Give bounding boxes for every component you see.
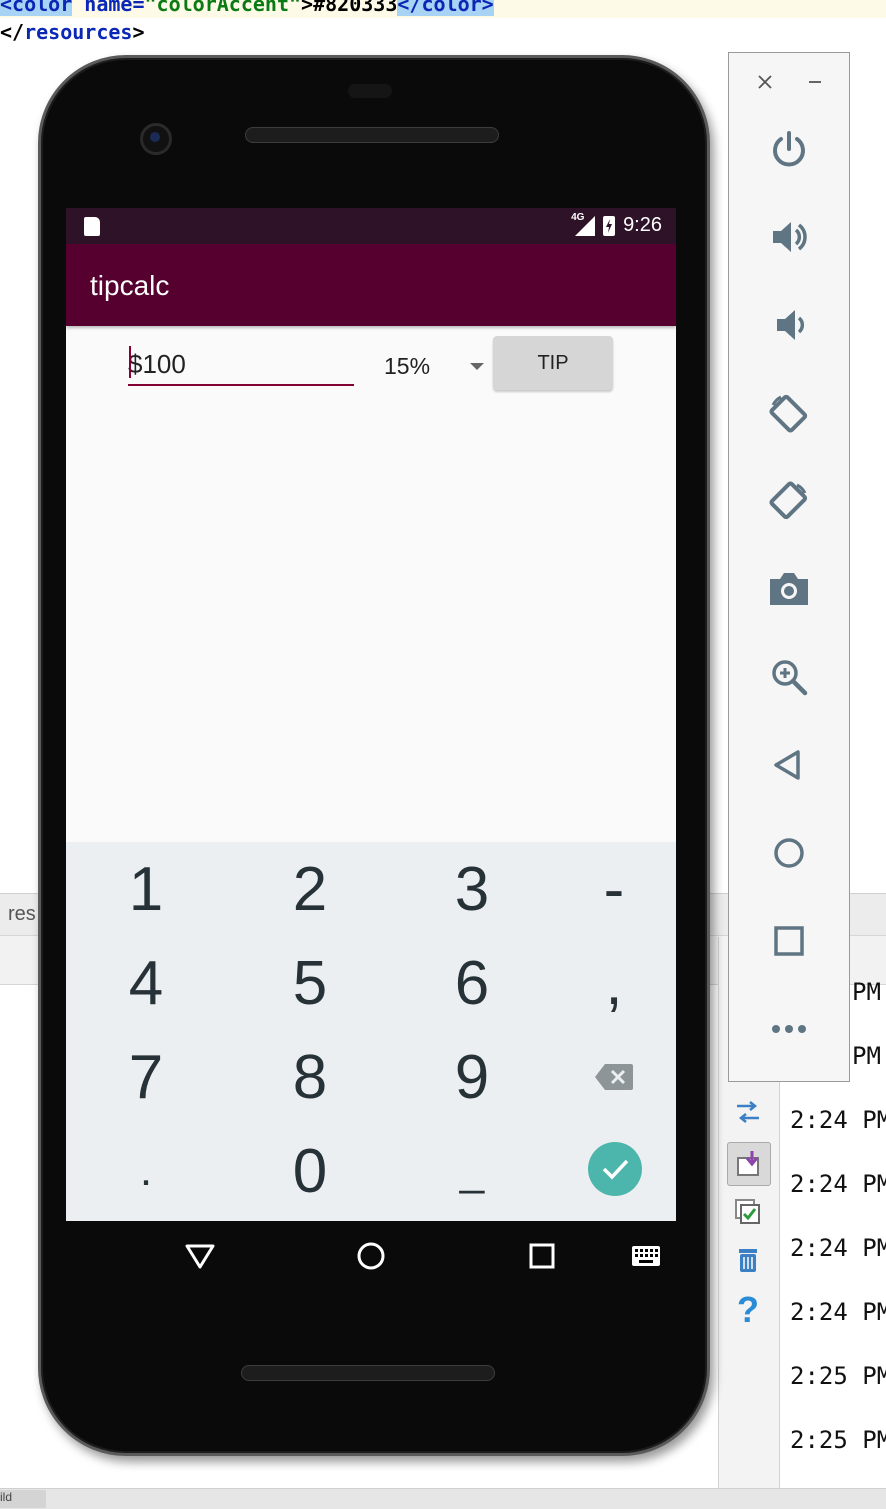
key-minus[interactable]: - <box>554 844 674 934</box>
home-icon[interactable] <box>354 1239 388 1273</box>
volume-up-icon[interactable] <box>767 215 811 259</box>
log-time: PM <box>852 978 881 1006</box>
done-key[interactable] <box>588 1142 642 1196</box>
device-screen: 4G 9:26 tipcalc 15% TIP 1 2 3 - 4 5 6 , … <box>66 208 676 1221</box>
front-camera-icon <box>140 123 172 155</box>
screenshot-icon[interactable] <box>767 567 811 611</box>
code-line-color-accent: <color name="colorAccent">#820333</color… <box>0 0 886 18</box>
status-time: 9:26 <box>623 214 662 236</box>
network-type: 4G <box>571 211 585 223</box>
rotate-left-icon[interactable] <box>767 391 811 435</box>
log-time: 2:24 PM <box>790 1234 886 1262</box>
back-icon[interactable] <box>183 1239 217 1273</box>
log-time: 2:25 PM <box>790 1362 886 1390</box>
amount-input[interactable] <box>128 344 354 386</box>
key-1[interactable]: 1 <box>86 844 206 934</box>
done-icon <box>602 1159 629 1180</box>
more-icon[interactable] <box>767 1007 811 1051</box>
checklist-icon[interactable] <box>731 1195 765 1229</box>
key-9[interactable]: 9 <box>412 1032 532 1122</box>
zoom-icon[interactable] <box>767 655 811 699</box>
key-period[interactable]: . <box>86 1126 206 1216</box>
key-comma[interactable]: , <box>554 938 674 1028</box>
rotate-right-icon[interactable] <box>767 479 811 523</box>
log-time: 2:25 PM <box>790 1426 886 1454</box>
top-speaker <box>245 127 499 143</box>
backspace-key[interactable] <box>554 1032 674 1122</box>
key-7[interactable]: 7 <box>86 1032 206 1122</box>
status-indicators: 4G 9:26 <box>571 212 662 237</box>
app-title: tipcalc <box>90 270 170 301</box>
bottom-speaker <box>241 1365 495 1381</box>
signal-icon: 4G <box>571 212 596 236</box>
trash-icon[interactable] <box>731 1243 765 1277</box>
app-toolbar: tipcalc <box>66 244 676 326</box>
volume-down-icon[interactable] <box>767 303 811 347</box>
key-0[interactable]: 0 <box>250 1126 370 1216</box>
ide-panel-label: res <box>8 903 36 925</box>
log-time: 2:24 PM <box>790 1106 886 1134</box>
dropdown-arrow-icon <box>470 362 484 370</box>
power-icon[interactable] <box>767 127 811 171</box>
close-icon[interactable] <box>753 67 777 97</box>
text-cursor <box>129 346 131 378</box>
tip-percent-value: 15% <box>384 352 431 379</box>
log-time: PM <box>852 1042 881 1070</box>
key-3[interactable]: 3 <box>412 844 532 934</box>
log-time: 2:24 PM <box>790 1170 886 1198</box>
numeric-keyboard: 1 2 3 - 4 5 6 , 7 8 9 . 0 _ <box>66 842 676 1221</box>
minimize-icon[interactable] <box>803 67 827 97</box>
key-2[interactable]: 2 <box>250 844 370 934</box>
swap-icon[interactable] <box>731 1095 765 1129</box>
key-4[interactable]: 4 <box>86 938 206 1028</box>
keyboard-icon[interactable] <box>629 1239 663 1273</box>
status-bar: 4G 9:26 <box>66 208 676 244</box>
sd-card-icon <box>84 217 100 236</box>
proximity-sensor <box>348 84 392 98</box>
tip-button[interactable]: TIP <box>493 336 613 390</box>
log-time: 2:24 PM <box>790 1298 886 1326</box>
recents-icon[interactable] <box>525 1239 559 1273</box>
key-5[interactable]: 5 <box>250 938 370 1028</box>
backspace-icon <box>595 1064 633 1090</box>
ide-status-bar <box>0 1488 886 1509</box>
overview-icon[interactable] <box>767 919 811 963</box>
battery-icon <box>603 215 616 236</box>
tip-percent-spinner[interactable]: 15% <box>384 348 484 384</box>
key-underscore[interactable]: _ <box>412 1126 532 1216</box>
back-icon[interactable] <box>767 743 811 787</box>
home-icon[interactable] <box>767 831 811 875</box>
help-icon[interactable]: ? <box>731 1289 765 1330</box>
ide-bottom-tab[interactable]: ild <box>0 1490 46 1508</box>
code-line-resources-close: </resources> <box>0 20 145 44</box>
key-6[interactable]: 6 <box>412 938 532 1028</box>
import-icon[interactable] <box>727 1142 771 1186</box>
key-8[interactable]: 8 <box>250 1032 370 1122</box>
navigation-bar <box>66 1221 676 1291</box>
emulator-toolbar <box>728 52 850 1082</box>
